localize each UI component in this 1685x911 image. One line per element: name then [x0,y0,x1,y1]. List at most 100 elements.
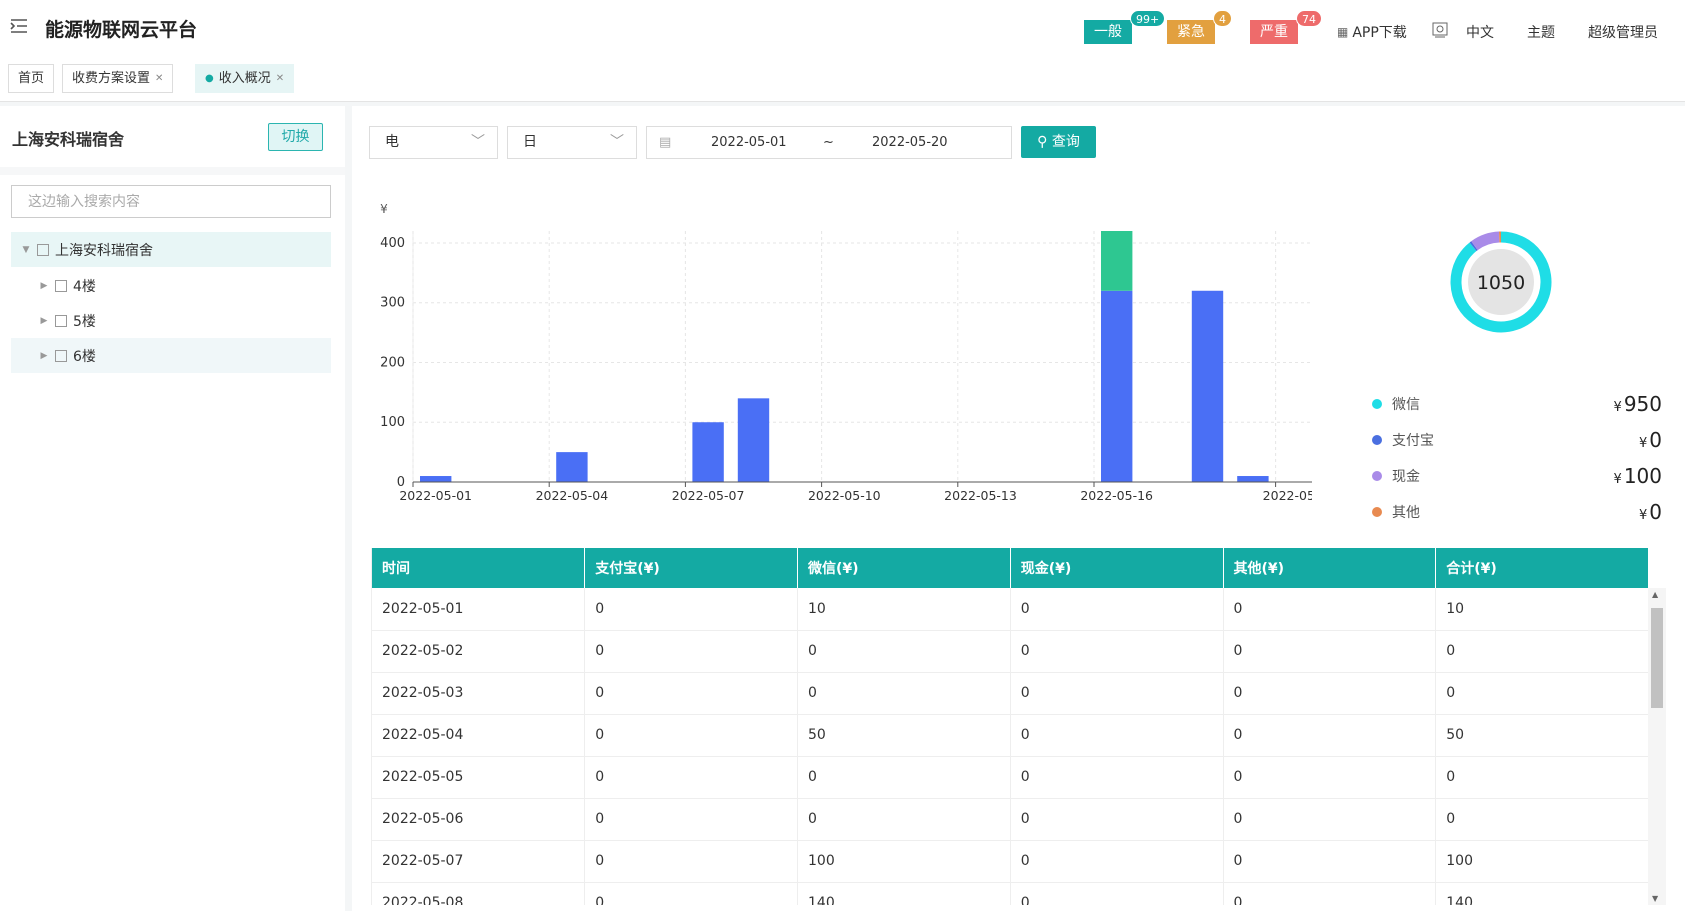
main-panel: 电 ﹀ 日 ﹀ ▤ 2022-05-01 ~ 2022-05-20 ⚲ 查询 ¥0 1… [352,106,1685,911]
app-download-link[interactable]: ▦ APP下载 [1337,22,1407,42]
caret-right-icon[interactable]: ▶ [37,351,51,361]
table-cell: 0 [1223,882,1437,905]
legend-dot [1372,507,1382,517]
theme-button[interactable]: 主题 [1527,22,1555,42]
alarm-general-button[interactable]: 一般 [1084,20,1132,44]
column-header: 其他(¥) [1223,548,1437,588]
tree-node-5f[interactable]: ▶ 5楼 [11,303,331,338]
table-cell: 0 [584,882,798,905]
table-cell: 100 [1435,840,1649,883]
table-cell: 0 [1223,714,1437,757]
screen-icon[interactable] [1432,22,1448,38]
table-cell: 0 [797,630,1011,673]
table-row: 2022-05-08 0 140 0 0 140 [372,882,1649,905]
table-cell: 140 [797,882,1011,905]
caret-down-icon[interactable]: ▼ [19,245,33,255]
table-cell: 0 [584,588,798,631]
legend-label: 微信 [1392,397,1420,413]
donut-total: 1050 [1477,272,1525,294]
app-download-label: APP下载 [1352,25,1407,41]
legend-item[interactable]: 现金 ¥100 [1372,464,1662,488]
table-cell: 0 [1223,756,1437,799]
building-icon [37,243,49,256]
tree-node-4f[interactable]: ▶ 4楼 [11,268,331,303]
column-header: 支付宝(¥) [584,548,798,588]
tab-label: 收入概况 [218,71,271,86]
table-cell: 2022-05-03 [372,672,586,715]
table-cell: 0 [1010,588,1224,631]
legend-item[interactable]: 微信 ¥950 [1372,392,1662,416]
close-icon[interactable]: ✕ [155,65,163,92]
column-header: 微信(¥) [797,548,1011,588]
scroll-down-icon[interactable]: ▼ [1652,894,1658,903]
alarm-urgent-count: 4 [1213,10,1232,27]
caret-right-icon[interactable]: ▶ [37,316,51,326]
table-cell: 0 [1010,882,1224,905]
table-cell: 0 [1010,714,1224,757]
legend-label: 其他 [1392,505,1420,521]
active-dot-icon: ● [205,73,214,84]
caret-right-icon[interactable]: ▶ [37,281,51,291]
alarm-severe-count: 74 [1296,10,1322,27]
building-icon [55,349,67,362]
table-cell: 10 [1435,588,1649,631]
table-header: 时间 支付宝(¥) 微信(¥) 现金(¥) 其他(¥) 合计(¥) [372,548,1649,588]
table-cell: 0 [1223,798,1437,841]
tab-bar: 首页 收费方案设置 ✕ ● 收入概况 ✕ [0,58,1685,102]
table-cell: 2022-05-02 [372,630,586,673]
switch-button[interactable]: 切换 [268,123,323,151]
building-icon [55,314,67,327]
table-cell: 0 [584,840,798,883]
legend-value: ¥100 [1613,464,1662,488]
tree-node-6f[interactable]: ▶ 6楼 [11,338,331,373]
table-cell: 0 [1223,672,1437,715]
tab-income-overview[interactable]: ● 收入概况 ✕ [195,64,295,93]
header: 能源物联网云平台 一般 99+ 紧急 4 严重 74 ▦ APP下载 中文 主题… [0,0,1685,58]
table-cell: 2022-05-06 [372,798,586,841]
table-cell: 0 [584,756,798,799]
table-cell: 2022-05-07 [372,840,586,883]
table-scrollbar[interactable]: ▲ ▼ [1648,588,1666,905]
legend-item[interactable]: 支付宝 ¥0 [1372,428,1662,452]
user-menu[interactable]: 超级管理员 [1588,22,1658,42]
table-cell: 0 [797,756,1011,799]
tree-search-input[interactable] [11,185,331,218]
divider [0,167,345,175]
tab-home[interactable]: 首页 [8,64,55,93]
legend-dot [1372,471,1382,481]
tab-fee-plan[interactable]: 收费方案设置 ✕ [62,64,174,93]
tree-node-root[interactable]: ▼ 上海安科瑞宿舍 [11,232,331,267]
column-header: 合计(¥) [1435,548,1649,588]
table-cell: 10 [797,588,1011,631]
table-row: 2022-05-06 0 0 0 0 0 [372,798,1649,841]
alarm-urgent-button[interactable]: 紧急 [1167,20,1215,44]
site-title: 上海安科瑞宿舍 [12,130,125,149]
table-cell: 2022-05-05 [372,756,586,799]
table-cell: 0 [1010,672,1224,715]
table-cell: 0 [1435,672,1649,715]
legend-value: ¥950 [1613,392,1662,416]
table-cell: 0 [584,630,798,673]
alarm-severe-button[interactable]: 严重 [1250,20,1298,44]
table-row: 2022-05-07 0 100 0 0 100 [372,840,1649,883]
legend-item[interactable]: 其他 ¥0 [1372,500,1662,524]
table-cell: 0 [797,672,1011,715]
legend-value: ¥0 [1638,500,1662,524]
table-cell: 0 [1010,756,1224,799]
table-cell: 140 [1435,882,1649,905]
table-cell: 0 [1223,630,1437,673]
table-cell: 2022-05-04 [372,714,586,757]
table-cell: 50 [797,714,1011,757]
legend-label: 支付宝 [1392,433,1434,449]
scrollbar-thumb[interactable] [1651,608,1663,708]
table-cell: 0 [584,672,798,715]
menu-fold-icon[interactable] [10,17,28,35]
table-cell: 0 [1223,840,1437,883]
donut-slice-支付宝 [1469,241,1478,252]
left-panel: 上海安科瑞宿舍 切换 ▼ 上海安科瑞宿舍 ▶ 4楼 ▶ 5楼 ▶ 6楼 [0,106,345,911]
tree-node-label: 上海安科瑞宿舍 [55,242,153,259]
scroll-up-icon[interactable]: ▲ [1652,590,1658,599]
table-cell: 2022-05-01 [372,588,586,631]
language-switch[interactable]: 中文 [1466,22,1494,42]
close-icon[interactable]: ✕ [276,65,284,92]
